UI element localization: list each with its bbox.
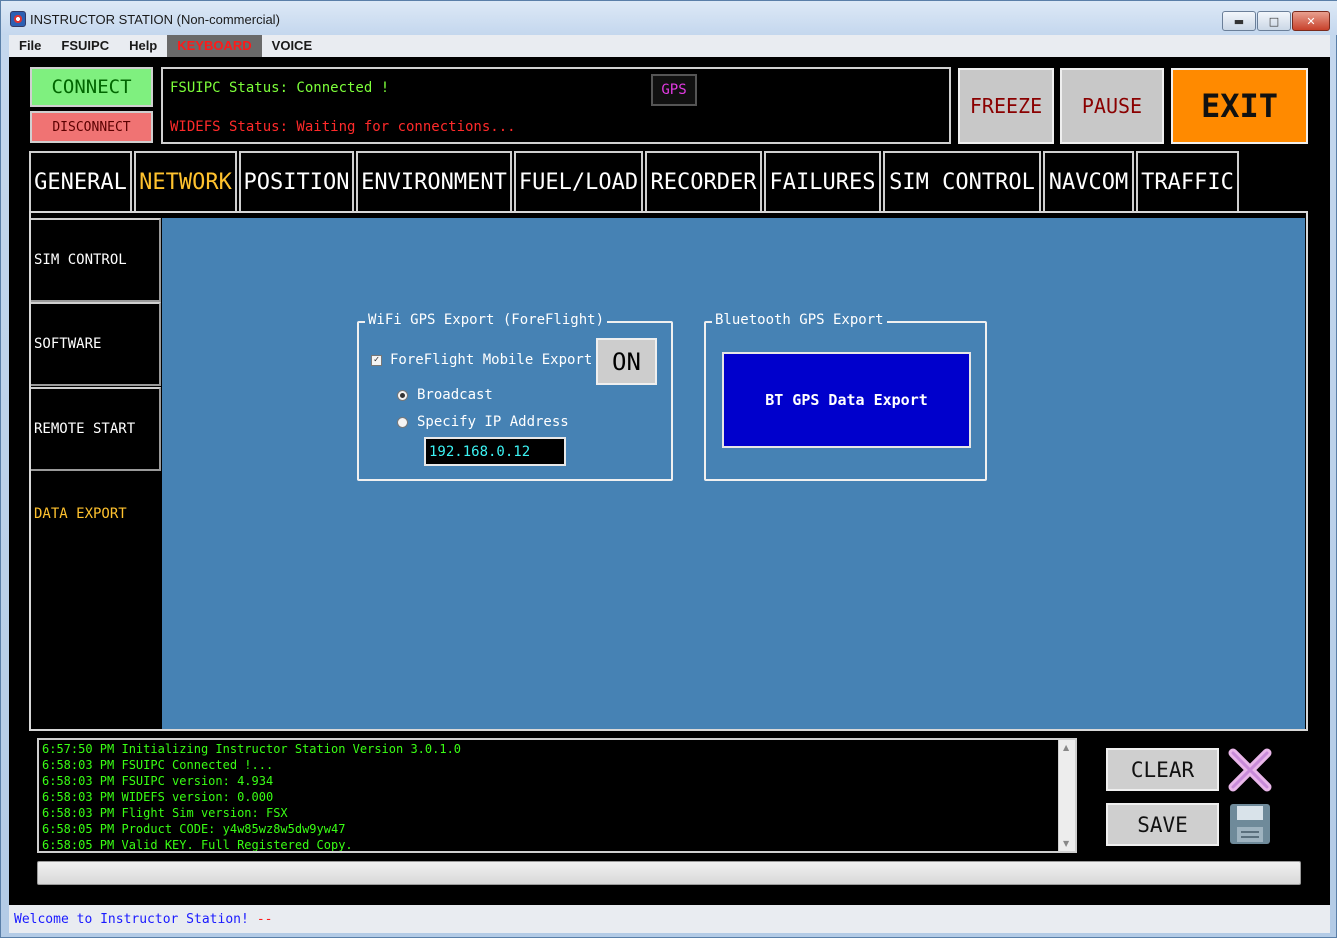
maximize-button[interactable]: □ <box>1257 11 1291 31</box>
log-line: 6:58:03 PM Flight Sim version: FSX <box>42 806 288 820</box>
clear-log-button[interactable]: CLEAR <box>1106 748 1219 791</box>
tab-sim-control[interactable]: SIM CONTROL <box>883 151 1041 211</box>
app-icon <box>10 11 26 27</box>
sidebar-item-software[interactable]: SOFTWARE <box>31 302 161 386</box>
status-panel: FSUIPC Status: Connected ! WIDEFS Status… <box>161 67 951 144</box>
scroll-up-icon[interactable]: ▲ <box>1063 743 1069 752</box>
minimize-button[interactable]: ▬ <box>1222 11 1256 31</box>
radio-selected-dot <box>400 392 405 398</box>
menu-bar: File FSUIPC Help KEYBOARD VOICE <box>9 35 1330 57</box>
log-lines: 6:57:50 PM Initializing Instructor Stati… <box>42 741 1060 852</box>
log-line: 6:58:03 PM FSUIPC Connected !... <box>42 758 274 772</box>
menu-voice[interactable]: VOICE <box>262 35 322 57</box>
tab-failures[interactable]: FAILURES <box>764 151 881 211</box>
radio-broadcast[interactable]: Broadcast <box>397 387 493 403</box>
status-welcome-text: Welcome to Instructor Station! <box>14 911 249 927</box>
title-bar[interactable]: INSTRUCTOR STATION (Non-commercial) ▬ □ … <box>1 1 1337 35</box>
status-bar: Welcome to Instructor Station! -- <box>9 905 1330 933</box>
radio-specify-ip-label: Specify IP Address <box>417 414 569 430</box>
exit-button[interactable]: EXIT <box>1171 68 1308 144</box>
tab-position[interactable]: POSITION <box>239 151 354 211</box>
menu-keyboard[interactable]: KEYBOARD <box>167 35 262 57</box>
radio-broadcast-label: Broadcast <box>417 387 493 403</box>
tab-environment[interactable]: ENVIRONMENT <box>356 151 512 211</box>
app-window: INSTRUCTOR STATION (Non-commercial) ▬ □ … <box>0 0 1337 938</box>
tab-fuel-load[interactable]: FUEL/LOAD <box>514 151 643 211</box>
foreflight-export-checkbox[interactable]: ✓ ForeFlight Mobile Export <box>371 352 592 368</box>
fsuipc-status: FSUIPC Status: Connected ! <box>170 80 390 96</box>
check-icon: ✓ <box>373 354 380 365</box>
main-tabs: GENERAL NETWORK POSITION ENVIRONMENT FUE… <box>29 151 1241 211</box>
log-line: 6:58:05 PM Valid KEY. Full Registered Co… <box>42 838 353 852</box>
connect-button[interactable]: CONNECT <box>30 67 153 107</box>
log-line: 6:58:05 PM Product CODE: y4w85wz8w5dw9yw… <box>42 822 346 836</box>
sidebar-item-data-export[interactable]: DATA EXPORT <box>31 472 161 556</box>
gps-indicator[interactable]: GPS <box>651 74 697 106</box>
bt-gps-data-export-button[interactable]: BT GPS Data Export <box>722 352 971 448</box>
progress-bar <box>37 861 1301 885</box>
floppy-disk-icon[interactable] <box>1227 801 1273 847</box>
save-log-button[interactable]: SAVE <box>1106 803 1219 846</box>
log-scrollbar[interactable]: ▲ ▼ <box>1058 740 1075 851</box>
widefs-status: WIDEFS Status: Waiting for connections..… <box>170 119 516 135</box>
pause-button[interactable]: PAUSE <box>1060 68 1164 144</box>
menu-help[interactable]: Help <box>119 35 167 57</box>
log-line: 6:58:03 PM WIDEFS version: 0.000 <box>42 790 274 804</box>
menu-file[interactable]: File <box>9 35 51 57</box>
sidebar-item-remote-start[interactable]: REMOTE START <box>31 387 161 471</box>
radio-specify-ip[interactable]: Specify IP Address <box>397 414 569 430</box>
wifi-group-legend: WiFi GPS Export (ForeFlight) <box>365 312 608 328</box>
disconnect-button[interactable]: DISCONNECT <box>30 111 153 143</box>
x-mark-icon[interactable] <box>1227 747 1273 793</box>
tab-navcom[interactable]: NAVCOM <box>1043 151 1134 211</box>
bt-group-legend: Bluetooth GPS Export <box>712 312 887 328</box>
log-line: 6:58:03 PM FSUIPC version: 4.934 <box>42 774 274 788</box>
log-line: 6:57:50 PM Initializing Instructor Stati… <box>42 742 462 756</box>
checkbox-mark[interactable]: ✓ <box>371 354 382 366</box>
sidebar-item-sim-control[interactable]: SIM CONTROL <box>31 218 161 302</box>
freeze-button[interactable]: FREEZE <box>958 68 1054 144</box>
menu-fsuipc[interactable]: FSUIPC <box>51 35 119 57</box>
tab-recorder[interactable]: RECORDER <box>645 151 762 211</box>
log-output[interactable]: 6:57:50 PM Initializing Instructor Stati… <box>37 738 1077 853</box>
radio-specify-ip-circle[interactable] <box>397 416 408 428</box>
tab-general[interactable]: GENERAL <box>29 151 132 211</box>
foreflight-export-label: ForeFlight Mobile Export <box>390 352 593 368</box>
ip-address-input[interactable] <box>424 437 566 466</box>
tab-traffic[interactable]: TRAFFIC <box>1136 151 1239 211</box>
tab-network[interactable]: NETWORK <box>134 151 237 211</box>
status-suffix: -- <box>256 911 273 927</box>
radio-broadcast-circle[interactable] <box>397 389 408 401</box>
scroll-down-icon[interactable]: ▼ <box>1063 839 1069 848</box>
window-title: INSTRUCTOR STATION (Non-commercial) <box>30 12 280 27</box>
close-button[interactable]: ✕ <box>1292 11 1330 31</box>
wifi-export-toggle-button[interactable]: ON <box>596 338 657 385</box>
